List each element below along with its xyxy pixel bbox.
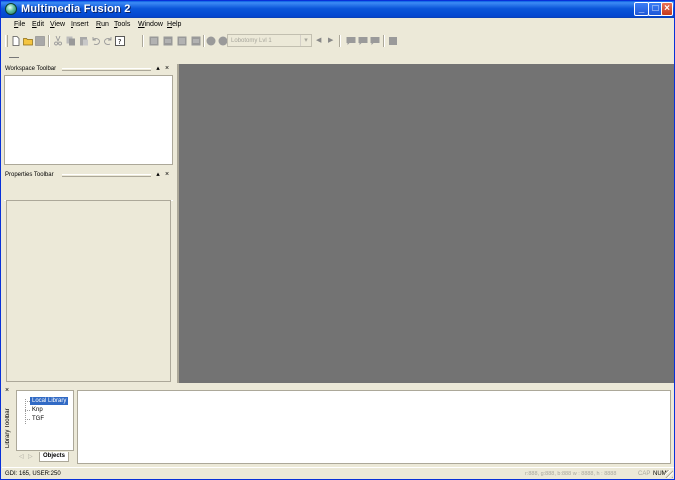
- cut-icon[interactable]: [53, 36, 63, 46]
- help-icon[interactable]: ?: [115, 36, 125, 46]
- menu-file[interactable]: File: [14, 19, 25, 31]
- app-logo-icon: [5, 3, 17, 15]
- open-folder-icon[interactable]: [23, 36, 33, 46]
- workspace-tree[interactable]: [4, 75, 173, 165]
- status-cap: CAP: [638, 471, 651, 477]
- status-bar: GDI: 165, USER:250 r:888, g:888, b:888 w…: [2, 467, 674, 479]
- tree-item-knp[interactable]: Knp: [30, 406, 45, 414]
- previous-frame-icon[interactable]: ◀: [316, 36, 326, 46]
- close-icon[interactable]: ×: [163, 170, 171, 180]
- chevron-down-icon[interactable]: ▾: [300, 35, 311, 46]
- panel-grip[interactable]: [62, 174, 151, 177]
- comment-edit-icon[interactable]: [370, 36, 380, 46]
- menu-run[interactable]: Run: [96, 19, 109, 31]
- panel-grip[interactable]: [62, 68, 151, 71]
- next-frame-icon[interactable]: ▶: [328, 36, 338, 46]
- app-window: Multimedia Fusion 2 _ □ × File Edit View…: [0, 0, 675, 480]
- library-tabs: ◁ ▷ Objects: [16, 452, 74, 463]
- tree-item-local-library[interactable]: Local Library: [30, 397, 69, 405]
- properties-panel: Properties Toolbar ▴ ×: [2, 170, 173, 384]
- copy-icon[interactable]: [66, 36, 76, 46]
- menu-tools[interactable]: Tools: [114, 19, 130, 31]
- toolbar-separator: [339, 35, 341, 47]
- menu-window[interactable]: Window: [138, 19, 163, 31]
- tab-next-icon[interactable]: ▷: [28, 452, 33, 462]
- status-coords: r:888, g:888, b:888 w : 8888, h : 8888: [525, 471, 617, 477]
- stop-icon[interactable]: [388, 36, 398, 46]
- close-button[interactable]: ×: [661, 2, 673, 16]
- toolbar-separator: [48, 35, 50, 47]
- properties-panel-header[interactable]: Properties Toolbar ▴ ×: [2, 170, 173, 180]
- pin-icon[interactable]: ▴: [154, 170, 162, 180]
- secondary-toolbar: [4, 51, 20, 60]
- undo-icon[interactable]: [91, 36, 101, 46]
- paste-icon[interactable]: [79, 36, 89, 46]
- comment-add-icon[interactable]: [358, 36, 368, 46]
- menu-bar: File Edit View Insert Run Tools Window H…: [2, 19, 674, 31]
- workspace-panel-title: Workspace Toolbar: [5, 66, 57, 72]
- frame-editor-icon[interactable]: [163, 36, 173, 46]
- library-panel: × Library Toolbar Local Library Knp TGF …: [2, 386, 674, 464]
- workspace-panel-header[interactable]: Workspace Toolbar ▴ ×: [2, 64, 173, 74]
- event-editor-icon[interactable]: [177, 36, 187, 46]
- storyboard-editor-icon[interactable]: [149, 36, 159, 46]
- run-application-icon[interactable]: [206, 36, 216, 46]
- tree-item-tgf[interactable]: TGF: [30, 415, 46, 423]
- menu-insert[interactable]: Insert: [71, 19, 89, 31]
- resize-grip[interactable]: [665, 470, 673, 478]
- toolbar-grip[interactable]: [5, 35, 8, 47]
- close-icon[interactable]: ×: [163, 64, 171, 74]
- frame-nav-toolbar: ◀ ▶: [313, 32, 403, 50]
- pin-icon[interactable]: ▴: [154, 64, 162, 74]
- toolbar-separator: [142, 35, 144, 47]
- menu-view[interactable]: View: [50, 19, 65, 31]
- workspace-panel: Workspace Toolbar ▴ ×: [2, 64, 173, 166]
- status-gdi: GDI: 165, USER:250: [5, 471, 61, 477]
- frame-select-value: Lobotomy Lvl 1: [231, 38, 272, 44]
- properties-panel-title: Properties Toolbar: [5, 172, 54, 178]
- tab-prev-icon[interactable]: ◁: [19, 452, 24, 462]
- save-icon[interactable]: [35, 36, 45, 46]
- menu-edit[interactable]: Edit: [32, 19, 44, 31]
- menu-help[interactable]: Help: [167, 19, 181, 31]
- library-panel-side: × Library Toolbar: [2, 386, 14, 464]
- svg-text:?: ?: [118, 38, 122, 46]
- window-title: Multimedia Fusion 2: [21, 3, 131, 15]
- properties-tabs-area: [4, 181, 173, 201]
- tree-connector: [25, 399, 26, 424]
- toolbar-grip[interactable]: [9, 57, 19, 58]
- new-file-icon[interactable]: [11, 36, 21, 46]
- properties-grid[interactable]: [6, 200, 171, 382]
- frame-select[interactable]: Lobotomy Lvl 1 ▾: [227, 34, 312, 47]
- close-icon[interactable]: ×: [5, 387, 9, 395]
- title-bar[interactable]: Multimedia Fusion 2 _ □ ×: [1, 1, 674, 18]
- toolbar-separator: [383, 35, 385, 47]
- redo-icon[interactable]: [103, 36, 113, 46]
- library-tree[interactable]: Local Library Knp TGF: [16, 390, 74, 451]
- minimize-button[interactable]: _: [634, 2, 649, 16]
- comment-icon[interactable]: [346, 36, 356, 46]
- library-panel-title: Library Toolbar: [5, 408, 11, 448]
- editor-workspace[interactable]: [177, 64, 674, 383]
- tab-objects[interactable]: Objects: [39, 452, 69, 462]
- toolbar-separator: [203, 35, 205, 47]
- event-list-editor-icon[interactable]: [191, 36, 201, 46]
- library-object-list[interactable]: [77, 390, 671, 464]
